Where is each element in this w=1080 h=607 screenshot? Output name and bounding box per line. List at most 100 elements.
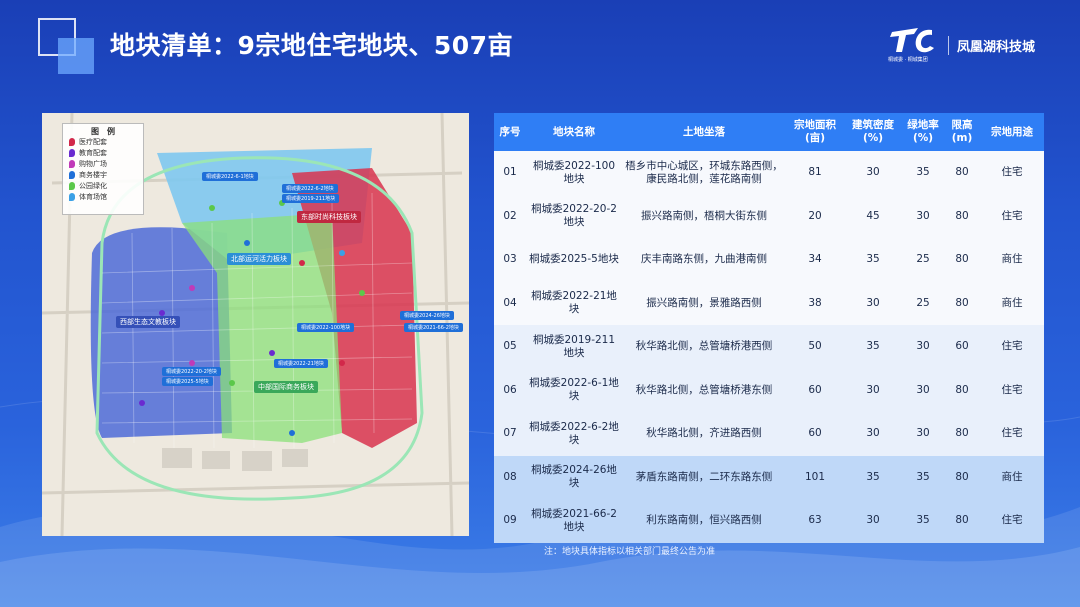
logo-subtitle: 桐城委 · 桐城集团 <box>888 57 928 63</box>
cell-location: 秋华路北侧，总管塘桥港东侧 <box>622 368 786 412</box>
slide: 地块清单：9宗地住宅地块、507亩 桐城委 · 桐城集团 凤凰湖科技城 图 例 … <box>0 0 1080 607</box>
cell-location: 秋华路北侧，总管塘桥港西侧 <box>622 325 786 369</box>
table-row: 04 桐城委2022-21地块 振兴路南侧，景雅路西侧 38 30 25 80 … <box>494 281 1044 325</box>
plot-tag: 桐城委2021-66-2地块 <box>404 323 463 332</box>
cell-area: 34 <box>786 238 844 282</box>
office-pin-icon <box>69 171 75 179</box>
footnote: 注：地块具体指标以相关部门最终公告为准 <box>544 547 716 557</box>
table-row: 02 桐城委2022-20-2地块 振兴路南侧，梧桐大街东侧 20 45 30 … <box>494 194 1044 238</box>
legend-item-office: 商务楼宇 <box>63 170 143 181</box>
cell-area: 101 <box>786 455 844 499</box>
cell-location: 振兴路南侧，景雅路西侧 <box>622 281 786 325</box>
cell-green: 35 <box>902 455 944 499</box>
cell-height: 60 <box>944 325 980 369</box>
cell-area: 63 <box>786 499 844 543</box>
plot-tag: 桐城委2024-26地块 <box>400 311 454 320</box>
cell-use: 住宅 <box>980 368 1044 412</box>
col-header-green: 绿地率(%) <box>902 113 944 151</box>
col-header-density: 建筑密度(%) <box>844 113 902 151</box>
cell-name: 桐城委2021-66-2地块 <box>526 499 622 543</box>
title-decoration <box>38 18 94 74</box>
plot-tag: 桐城委2022-6-1地块 <box>202 172 258 181</box>
col-header-area: 宗地面积(亩) <box>786 113 844 151</box>
cell-index: 04 <box>494 281 526 325</box>
cell-green: 30 <box>902 325 944 369</box>
cell-index: 09 <box>494 499 526 543</box>
planning-map: 图 例 医疗配套 教育配套 购物广场 商务楼宇 公园绿化 体育场馆 西部生态文教… <box>42 113 469 536</box>
park-pin-icon <box>69 182 75 190</box>
cell-area: 38 <box>786 281 844 325</box>
zone-label-west: 西部生态文教板块 <box>116 316 180 328</box>
cell-name: 桐城委2022-21地块 <box>526 281 622 325</box>
cell-name: 桐城委2019-211地块 <box>526 325 622 369</box>
plot-tag: 桐城委2019-211地块 <box>282 194 340 203</box>
page-title: 地块清单：9宗地住宅地块、507亩 <box>110 31 514 60</box>
legend-title: 图 例 <box>91 127 115 136</box>
plot-tag: 桐城委2022-100地块 <box>297 323 355 332</box>
cell-area: 60 <box>786 368 844 412</box>
cell-density: 45 <box>844 194 902 238</box>
cell-location: 振兴路南侧，梧桐大街东侧 <box>622 194 786 238</box>
cell-index: 01 <box>494 151 526 195</box>
table-row: 01 桐城委2022-100地块 梧乡市中心城区，环城东路西侧，康民路北侧，莲花… <box>494 151 1044 195</box>
cell-height: 80 <box>944 412 980 456</box>
cell-name: 桐城委2022-20-2地块 <box>526 194 622 238</box>
cell-density: 35 <box>844 455 902 499</box>
cell-location: 梧乡市中心城区，环城东路西侧，康民路北侧，莲花路南侧 <box>622 151 786 195</box>
shopping-pin-icon <box>69 160 75 168</box>
table-header-row: 序号 地块名称 土地坐落 宗地面积(亩) 建筑密度(%) 绿地率(%) 限高(m… <box>494 113 1044 151</box>
col-header-location: 土地坐落 <box>622 113 786 151</box>
cell-use: 住宅 <box>980 151 1044 195</box>
cell-density: 30 <box>844 412 902 456</box>
col-header-name: 地块名称 <box>526 113 622 151</box>
cell-name: 桐城委2022-6-2地块 <box>526 412 622 456</box>
cell-use: 商住 <box>980 238 1044 282</box>
cell-green: 35 <box>902 151 944 195</box>
cell-location: 秋华路北侧，齐进路西侧 <box>622 412 786 456</box>
land-parcel-table: 序号 地块名称 土地坐落 宗地面积(亩) 建筑密度(%) 绿地率(%) 限高(m… <box>494 113 1044 543</box>
cell-green: 35 <box>902 499 944 543</box>
medical-pin-icon <box>69 138 75 146</box>
cell-use: 商住 <box>980 455 1044 499</box>
plot-tag: 桐城委2022-6-2地块 <box>282 184 338 193</box>
cell-location: 茅盾东路南侧，二环东路东侧 <box>622 455 786 499</box>
plot-tag: 桐城委2022-20-2地块 <box>162 367 221 376</box>
cell-density: 30 <box>844 151 902 195</box>
col-header-height: 限高(m) <box>944 113 980 151</box>
cell-height: 80 <box>944 368 980 412</box>
table-row: 09 桐城委2021-66-2地块 利东路南侧，恒兴路西侧 63 30 35 8… <box>494 499 1044 543</box>
cell-green: 30 <box>902 368 944 412</box>
table-row: 06 桐城委2022-6-1地块 秋华路北侧，总管塘桥港东侧 60 30 30 … <box>494 368 1044 412</box>
cell-location: 利东路南侧，恒兴路西侧 <box>622 499 786 543</box>
plot-tag: 桐城委2022-21地块 <box>274 359 328 368</box>
table-row: 05 桐城委2019-211地块 秋华路北侧，总管塘桥港西侧 50 35 30 … <box>494 325 1044 369</box>
brand-logo: 桐城委 · 桐城集团 凤凰湖科技城 <box>888 22 1048 66</box>
map-legend: 图 例 医疗配套 教育配套 购物广场 商务楼宇 公园绿化 体育场馆 <box>62 123 144 215</box>
cell-index: 05 <box>494 325 526 369</box>
cell-area: 20 <box>786 194 844 238</box>
cell-green: 25 <box>902 281 944 325</box>
cell-area: 50 <box>786 325 844 369</box>
cell-height: 80 <box>944 194 980 238</box>
cell-density: 30 <box>844 281 902 325</box>
table-row: 07 桐城委2022-6-2地块 秋华路北侧，齐进路西侧 60 30 30 80… <box>494 412 1044 456</box>
zone-label-north: 北部运河活力板块 <box>227 253 291 265</box>
cell-name: 桐城委2022-6-1地块 <box>526 368 622 412</box>
sports-pin-icon <box>69 193 75 201</box>
cell-density: 35 <box>844 238 902 282</box>
cell-use: 住宅 <box>980 499 1044 543</box>
cell-use: 住宅 <box>980 194 1044 238</box>
cell-index: 03 <box>494 238 526 282</box>
cell-index: 02 <box>494 194 526 238</box>
legend-item-park: 公园绿化 <box>63 181 143 192</box>
cell-height: 80 <box>944 455 980 499</box>
cell-area: 81 <box>786 151 844 195</box>
cell-density: 30 <box>844 368 902 412</box>
zone-label-east: 东部时尚科技板块 <box>297 211 361 223</box>
cell-green: 30 <box>902 194 944 238</box>
cell-index: 06 <box>494 368 526 412</box>
table-row: 03 桐城委2025-5地块 庆丰南路东侧，九曲港南侧 34 35 25 80 … <box>494 238 1044 282</box>
col-header-use: 宗地用途 <box>980 113 1044 151</box>
cell-location: 庆丰南路东侧，九曲港南侧 <box>622 238 786 282</box>
cell-height: 80 <box>944 499 980 543</box>
